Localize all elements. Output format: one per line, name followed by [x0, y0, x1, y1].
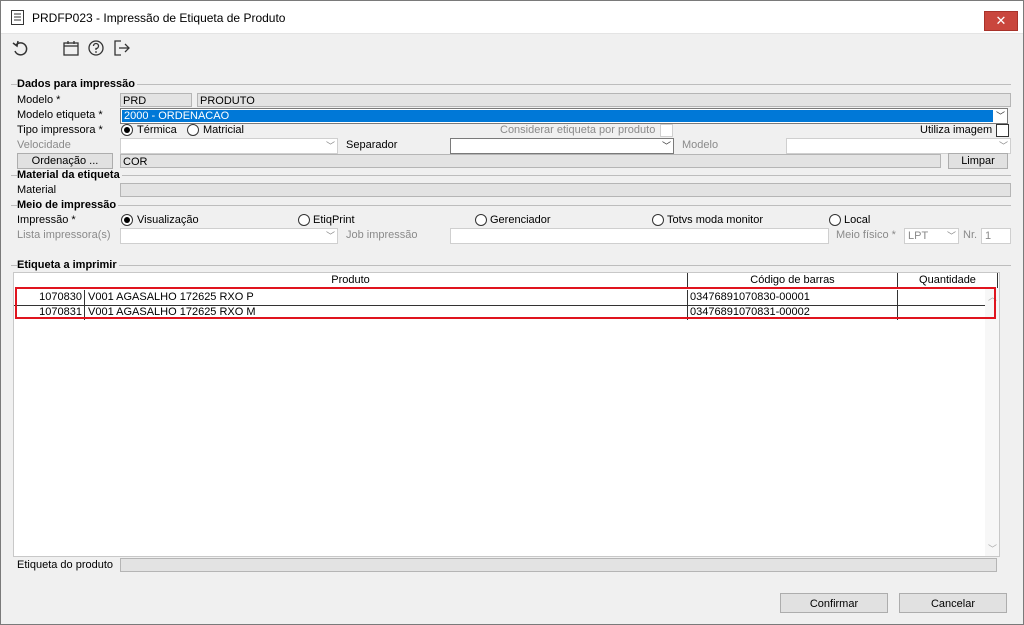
section-material-title: Material da etiqueta	[17, 169, 122, 181]
radio-etiqprint[interactable]	[298, 214, 310, 226]
modelo-code-field[interactable]: PRD	[120, 93, 192, 107]
chevron-down-icon: ﹀	[946, 231, 956, 241]
nr-label: Nr.	[963, 229, 978, 241]
radio-visualizacao[interactable]	[121, 214, 133, 226]
cancelar-button[interactable]: Cancelar	[899, 593, 1007, 613]
separador-label: Separador	[346, 139, 398, 151]
radio-totvs[interactable]	[652, 214, 664, 226]
exit-icon[interactable]	[114, 40, 131, 56]
utiliza-imagem-label: Utiliza imagem	[920, 124, 993, 136]
calendar-icon[interactable]	[63, 40, 79, 56]
section-meio-title: Meio de impressão	[17, 199, 119, 211]
radio-visualizacao-label: Visualização	[137, 214, 199, 226]
lista-impressora-label: Lista impressora(s)	[17, 229, 111, 241]
group-divider	[11, 265, 1011, 266]
job-impressao-field[interactable]	[450, 228, 829, 244]
radio-gerenciador[interactable]	[475, 214, 487, 226]
considerar-checkbox[interactable]	[660, 124, 673, 137]
modelo-etiqueta-select[interactable]: 2000 - ORDENACAO ﹀	[120, 108, 1008, 124]
limpar-button[interactable]: Limpar	[948, 153, 1008, 169]
utiliza-imagem-checkbox[interactable]	[996, 124, 1009, 137]
ordenacao-field: COR	[120, 154, 941, 168]
close-button[interactable]: ✕	[984, 11, 1018, 31]
undo-icon[interactable]	[12, 40, 30, 58]
modelo2-label: Modelo	[682, 139, 719, 151]
modelo-desc-field: PRODUTO	[197, 93, 1011, 107]
section-dados-title: Dados para impressão	[17, 78, 137, 90]
chevron-down-icon: ﹀	[325, 231, 335, 241]
radio-local-label: Local	[844, 214, 871, 226]
help-icon[interactable]	[88, 40, 104, 56]
column-header-codigo-barras[interactable]: Código de barras	[688, 273, 898, 288]
chevron-down-icon: ﹀	[325, 141, 335, 151]
main-window: PRDFP023 - Impressão de Etiqueta de Prod…	[0, 0, 1024, 625]
nr-value: 1	[985, 230, 992, 242]
velocidade-select[interactable]: ﹀	[120, 138, 338, 154]
modelo-etiqueta-label: Modelo etiqueta *	[17, 109, 103, 121]
window-title: PRDFP023 - Impressão de Etiqueta de Prod…	[32, 11, 286, 25]
radio-matricial-label: Matricial	[203, 124, 244, 136]
tipo-impressora-label: Tipo impressora *	[17, 124, 103, 136]
group-divider	[11, 205, 1011, 206]
separador-select[interactable]: ﹀	[450, 138, 674, 154]
velocidade-label: Velocidade	[17, 139, 71, 151]
meio-fisico-label: Meio físico *	[836, 229, 896, 241]
chevron-down-icon: ﹀	[995, 111, 1005, 121]
meio-fisico-value: LPT	[908, 230, 929, 242]
radio-totvs-label: Totvs moda monitor	[667, 214, 763, 226]
confirmar-button[interactable]: Confirmar	[780, 593, 888, 613]
chevron-down-icon: ﹀	[998, 141, 1008, 151]
title-bar: PRDFP023 - Impressão de Etiqueta de Prod…	[1, 1, 1023, 34]
radio-gerenciador-label: Gerenciador	[490, 214, 551, 226]
job-impressao-label: Job impressão	[346, 229, 418, 241]
vertical-scrollbar[interactable]: ︿ ﹀	[985, 288, 999, 556]
impressao-label: Impressão *	[17, 214, 76, 226]
lista-impressora-select[interactable]: ﹀	[120, 228, 338, 244]
nr-field[interactable]: 1	[981, 228, 1011, 244]
chevron-down-icon: ﹀	[661, 141, 671, 151]
radio-matricial[interactable]	[187, 124, 199, 136]
column-header-quantidade[interactable]: Quantidade	[898, 273, 998, 288]
meio-fisico-select[interactable]: LPT ﹀	[904, 228, 959, 244]
modelo2-select[interactable]: ﹀	[786, 138, 1011, 154]
radio-etiqprint-label: EtiqPrint	[313, 214, 355, 226]
radio-termica[interactable]	[121, 124, 133, 136]
radio-termica-label: Térmica	[137, 124, 177, 136]
material-label: Material	[17, 184, 57, 196]
considerar-label: Considerar etiqueta por produto	[500, 124, 656, 136]
section-etiqueta-title: Etiqueta a imprimir	[17, 259, 119, 271]
highlight-rect	[15, 287, 996, 319]
document-icon	[11, 10, 24, 25]
etiqueta-produto-field[interactable]	[120, 558, 997, 572]
scroll-down-icon[interactable]: ﹀	[988, 542, 997, 555]
material-field[interactable]	[120, 183, 1011, 197]
ordenacao-button[interactable]: Ordenação ...	[17, 153, 113, 169]
radio-local[interactable]	[829, 214, 841, 226]
etiqueta-produto-label: Etiqueta do produto	[17, 559, 114, 571]
modelo-label: Modelo *	[17, 94, 61, 106]
group-divider	[11, 84, 1011, 85]
column-header-produto[interactable]: Produto	[14, 273, 688, 288]
group-divider	[11, 175, 1011, 176]
modelo-etiqueta-value: 2000 - ORDENACAO	[122, 110, 993, 122]
